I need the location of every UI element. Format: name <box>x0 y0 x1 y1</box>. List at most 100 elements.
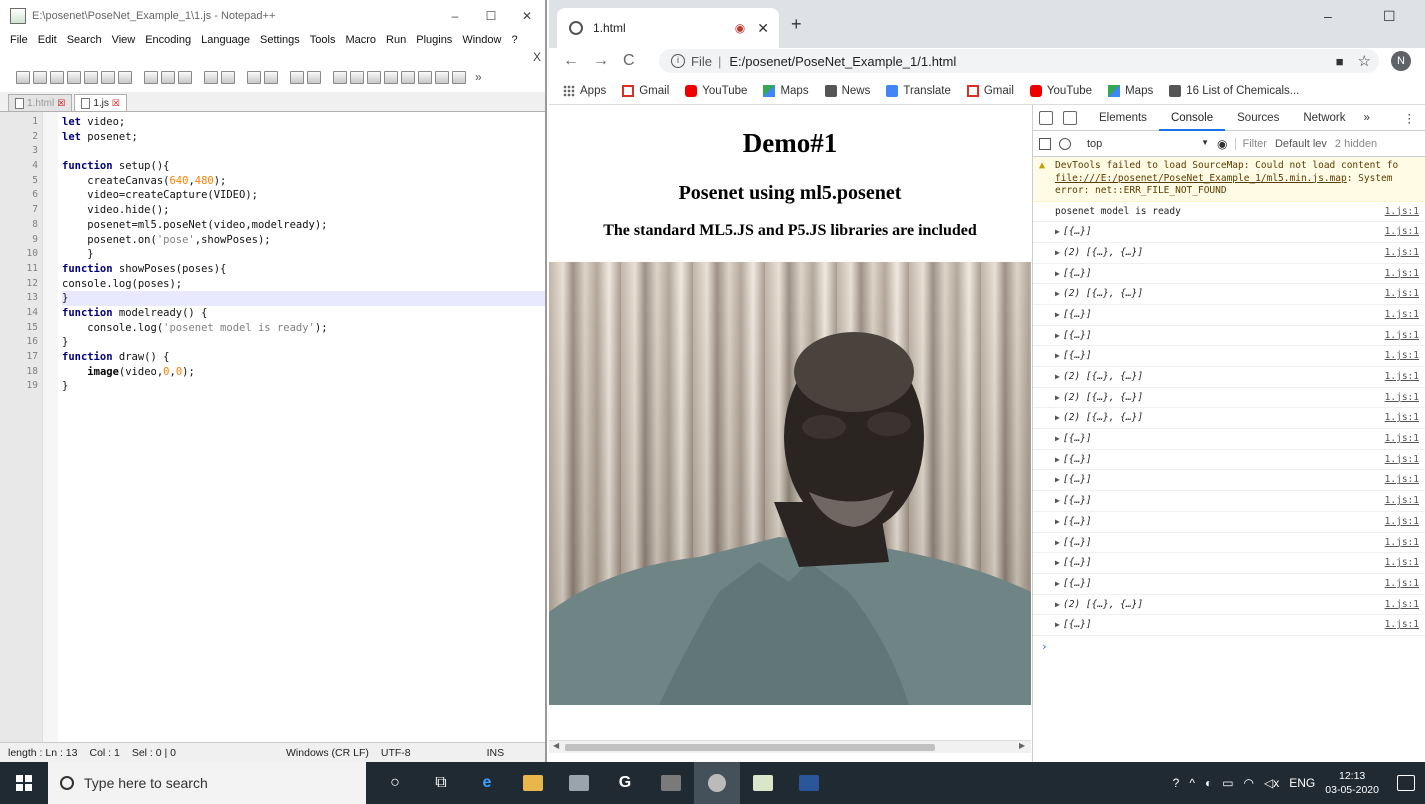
menu-edit[interactable]: Edit <box>38 34 57 46</box>
network-icon[interactable]: ◐ <box>1205 776 1212 790</box>
menu-tools[interactable]: Tools <box>310 34 336 46</box>
scrollbar-thumb[interactable] <box>565 744 935 751</box>
menu-macro[interactable]: Macro <box>345 34 376 46</box>
tab-network[interactable]: Network <box>1291 105 1357 131</box>
menu-help[interactable]: ? <box>511 34 517 46</box>
menu-run[interactable]: Run <box>386 34 406 46</box>
google-icon[interactable]: G <box>602 762 648 804</box>
function-list-icon[interactable] <box>435 70 449 84</box>
expand-triangle-icon[interactable]: ▶ <box>1055 491 1060 512</box>
source-link[interactable]: 1.js:1 <box>1385 243 1419 264</box>
console-object-row[interactable]: ▶ (2) [{…}, {…}] 1.js:1 <box>1033 388 1425 409</box>
battery-icon[interactable]: ▭ <box>1222 776 1233 790</box>
tab-console[interactable]: Console <box>1158 105 1226 131</box>
sync-horizontal-icon[interactable] <box>350 70 364 84</box>
expand-triangle-icon[interactable]: ▶ <box>1055 615 1060 636</box>
console-object-row[interactable]: ▶ [{…}] 1.js:1 <box>1033 615 1425 636</box>
warning-link[interactable]: file:///E:/posenet/PoseNet_Example_1/ml5… <box>1055 173 1347 184</box>
task-view-icon[interactable]: ⧉ <box>418 762 464 804</box>
maximize-button[interactable]: ☐ <box>473 9 509 23</box>
bookmark-item[interactable]: Translate <box>886 85 951 97</box>
camera-icon[interactable]: ■ <box>1336 54 1344 69</box>
mail-icon[interactable] <box>556 762 602 804</box>
console-object-row[interactable]: ▶ [{…}] 1.js:1 <box>1033 553 1425 574</box>
menu-plugins[interactable]: Plugins <box>416 34 452 46</box>
expand-triangle-icon[interactable]: ▶ <box>1055 533 1060 554</box>
code-area[interactable]: let video; let posenet; function setup()… <box>58 112 545 742</box>
folder-workspace-icon[interactable] <box>452 70 466 84</box>
context-selector[interactable]: top ▼ <box>1079 138 1209 150</box>
bookmark-item[interactable]: Apps <box>563 85 606 97</box>
console-object-row[interactable]: ▶ [{…}] 1.js:1 <box>1033 574 1425 595</box>
console-object-row[interactable]: ▶ (2) [{…}, {…}] 1.js:1 <box>1033 284 1425 305</box>
address-bar[interactable]: i File | E:/posenet/PoseNet_Example_1/1.… <box>659 49 1379 73</box>
document-map-icon[interactable] <box>418 70 432 84</box>
help-icon[interactable]: ? <box>1173 776 1180 790</box>
new-file-icon[interactable] <box>16 70 30 84</box>
replace-icon[interactable] <box>264 70 278 84</box>
source-link[interactable]: 1.js:1 <box>1385 450 1419 471</box>
info-icon[interactable]: i <box>671 54 685 68</box>
console-object-row[interactable]: ▶ [{…}] 1.js:1 <box>1033 470 1425 492</box>
sync-vertical-icon[interactable] <box>333 70 347 84</box>
source-link[interactable]: 1.js:1 <box>1385 408 1419 429</box>
log-levels-dropdown[interactable]: Default lev <box>1275 138 1327 150</box>
bookmark-star-icon[interactable]: ☆ <box>1358 52 1371 70</box>
video-app-icon[interactable] <box>648 762 694 804</box>
source-link[interactable]: 1.js:1 <box>1385 346 1419 367</box>
reload-button[interactable]: C <box>623 52 653 70</box>
bookmark-item[interactable]: Maps <box>763 85 809 97</box>
source-link[interactable]: 1.js:1 <box>1385 470 1419 491</box>
notifications-icon[interactable] <box>1397 775 1415 791</box>
tab-close-icon[interactable]: ☒ <box>112 98 120 109</box>
expand-triangle-icon[interactable]: ▶ <box>1055 470 1060 491</box>
expand-triangle-icon[interactable]: ▶ <box>1055 512 1060 533</box>
expand-triangle-icon[interactable]: ▶ <box>1055 388 1060 409</box>
find-icon[interactable] <box>247 70 261 84</box>
print-icon[interactable] <box>118 70 132 84</box>
device-toolbar-icon[interactable] <box>1063 110 1077 125</box>
source-link[interactable]: 1.js:1 <box>1385 264 1419 285</box>
source-link[interactable]: 1.js:1 <box>1385 615 1419 636</box>
paste-icon[interactable] <box>178 70 192 84</box>
new-tab-button[interactable]: + <box>791 14 802 35</box>
console-object-row[interactable]: ▶ [{…}] 1.js:1 <box>1033 305 1425 326</box>
console-object-row[interactable]: ▶ (2) [{…}, {…}] 1.js:1 <box>1033 595 1425 616</box>
console-object-row[interactable]: ▶ (2) [{…}, {…}] 1.js:1 <box>1033 408 1425 430</box>
save-icon[interactable] <box>50 70 64 84</box>
source-link[interactable]: 1.js:1 <box>1385 491 1419 512</box>
tab-elements[interactable]: Elements <box>1087 105 1159 131</box>
clock[interactable]: 12:13 03-05-2020 <box>1325 769 1379 797</box>
source-link[interactable]: 1.js:1 <box>1385 574 1419 595</box>
menu-view[interactable]: View <box>112 34 136 46</box>
forward-button[interactable]: → <box>593 52 623 70</box>
expand-triangle-icon[interactable]: ▶ <box>1055 326 1060 347</box>
file-explorer-icon[interactable] <box>510 762 556 804</box>
bookmark-item[interactable]: News <box>824 85 870 97</box>
minimize-button[interactable]: – <box>437 9 473 23</box>
open-file-icon[interactable] <box>33 70 47 84</box>
cut-icon[interactable] <box>144 70 158 84</box>
devtools-menu-icon[interactable]: ⋮ <box>1404 111 1425 125</box>
expand-triangle-icon[interactable]: ▶ <box>1055 264 1060 285</box>
bookmark-item[interactable]: Maps <box>1108 85 1153 97</box>
tab-1-js[interactable]: 1.js ☒ <box>74 94 127 111</box>
expand-triangle-icon[interactable]: ▶ <box>1055 284 1060 305</box>
taskbar-search[interactable]: Type here to search <box>48 762 366 804</box>
expand-triangle-icon[interactable]: ▶ <box>1055 595 1060 616</box>
more-tabs-icon[interactable]: » <box>1358 112 1376 124</box>
console-object-row[interactable]: ▶ [{…}] 1.js:1 <box>1033 222 1425 243</box>
back-button[interactable]: ← <box>563 52 593 70</box>
expand-triangle-icon[interactable]: ▶ <box>1055 574 1060 595</box>
source-link[interactable]: 1.js:1 <box>1385 222 1419 243</box>
show-all-chars-icon[interactable] <box>384 70 398 84</box>
console-object-row[interactable]: ▶ (2) [{…}, {…}] 1.js:1 <box>1033 243 1425 264</box>
edge-icon[interactable]: e <box>464 762 510 804</box>
notepadpp-taskbar-icon[interactable] <box>740 762 786 804</box>
source-link[interactable]: 1.js:1 <box>1385 284 1419 305</box>
console-object-row[interactable]: ▶ [{…}] 1.js:1 <box>1033 264 1425 285</box>
undo-icon[interactable] <box>204 70 218 84</box>
clear-console-icon[interactable] <box>1059 137 1071 150</box>
source-link[interactable]: 1.js:1 <box>1385 305 1419 326</box>
bookmark-item[interactable]: Gmail <box>966 85 1014 97</box>
